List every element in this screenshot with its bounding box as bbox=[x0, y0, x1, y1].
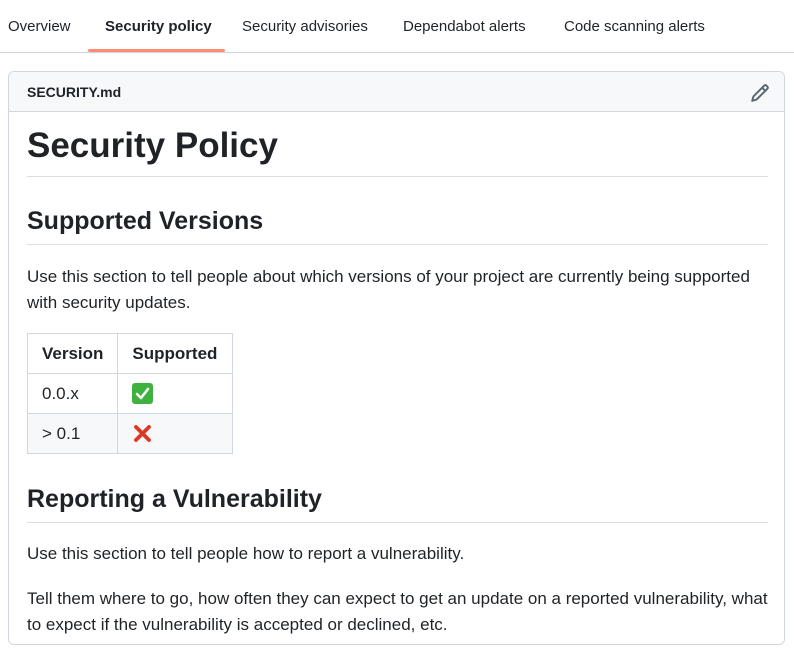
check-icon bbox=[132, 383, 154, 404]
pencil-icon bbox=[751, 84, 769, 102]
version-cell: 0.0.x bbox=[26, 373, 119, 414]
security-tabs-nav: Overview Security policy Security adviso… bbox=[0, 0, 794, 53]
supported-versions-heading: Supported Versions bbox=[27, 207, 264, 235]
version-cell: > 0.1 bbox=[26, 413, 119, 454]
tab-overview[interactable]: Overview bbox=[8, 0, 71, 53]
title-divider bbox=[27, 176, 768, 177]
tab-security-advisories[interactable]: Security advisories bbox=[242, 0, 368, 53]
supported-cell bbox=[117, 413, 234, 454]
reporting-vulnerability-heading: Reporting a Vulnerability bbox=[27, 485, 322, 513]
table-header-row: Version Supported bbox=[26, 333, 234, 374]
tab-security-policy[interactable]: Security policy bbox=[105, 0, 212, 53]
table-row: 0.0.x bbox=[26, 373, 234, 414]
version-column-header: Version bbox=[26, 333, 119, 374]
table-row: > 0.1 bbox=[26, 413, 234, 454]
file-header: SECURITY.md bbox=[9, 72, 784, 112]
reporting-divider bbox=[27, 522, 768, 523]
reporting-text-2: Tell them where to go, how often they ca… bbox=[27, 589, 768, 634]
tab-code-scanning-alerts[interactable]: Code scanning alerts bbox=[564, 0, 705, 53]
supported-versions-text: Use this section to tell people about wh… bbox=[27, 267, 750, 312]
active-tab-indicator bbox=[88, 49, 225, 52]
cross-icon bbox=[134, 425, 152, 442]
reporting-text-1: Use this section to tell people how to r… bbox=[27, 544, 465, 563]
security-file-box: SECURITY.md Security Policy Supported Ve… bbox=[8, 71, 785, 645]
supported-cell bbox=[117, 373, 234, 414]
versions-table: Version Supported 0.0.x > 0.1 bbox=[26, 333, 234, 454]
supported-divider bbox=[27, 244, 768, 245]
supported-column-header: Supported bbox=[117, 333, 234, 374]
tab-dependabot-alerts[interactable]: Dependabot alerts bbox=[403, 0, 526, 53]
edit-file-button[interactable] bbox=[750, 83, 770, 103]
page-title: Security Policy bbox=[27, 126, 278, 165]
file-name: SECURITY.md bbox=[27, 84, 122, 100]
